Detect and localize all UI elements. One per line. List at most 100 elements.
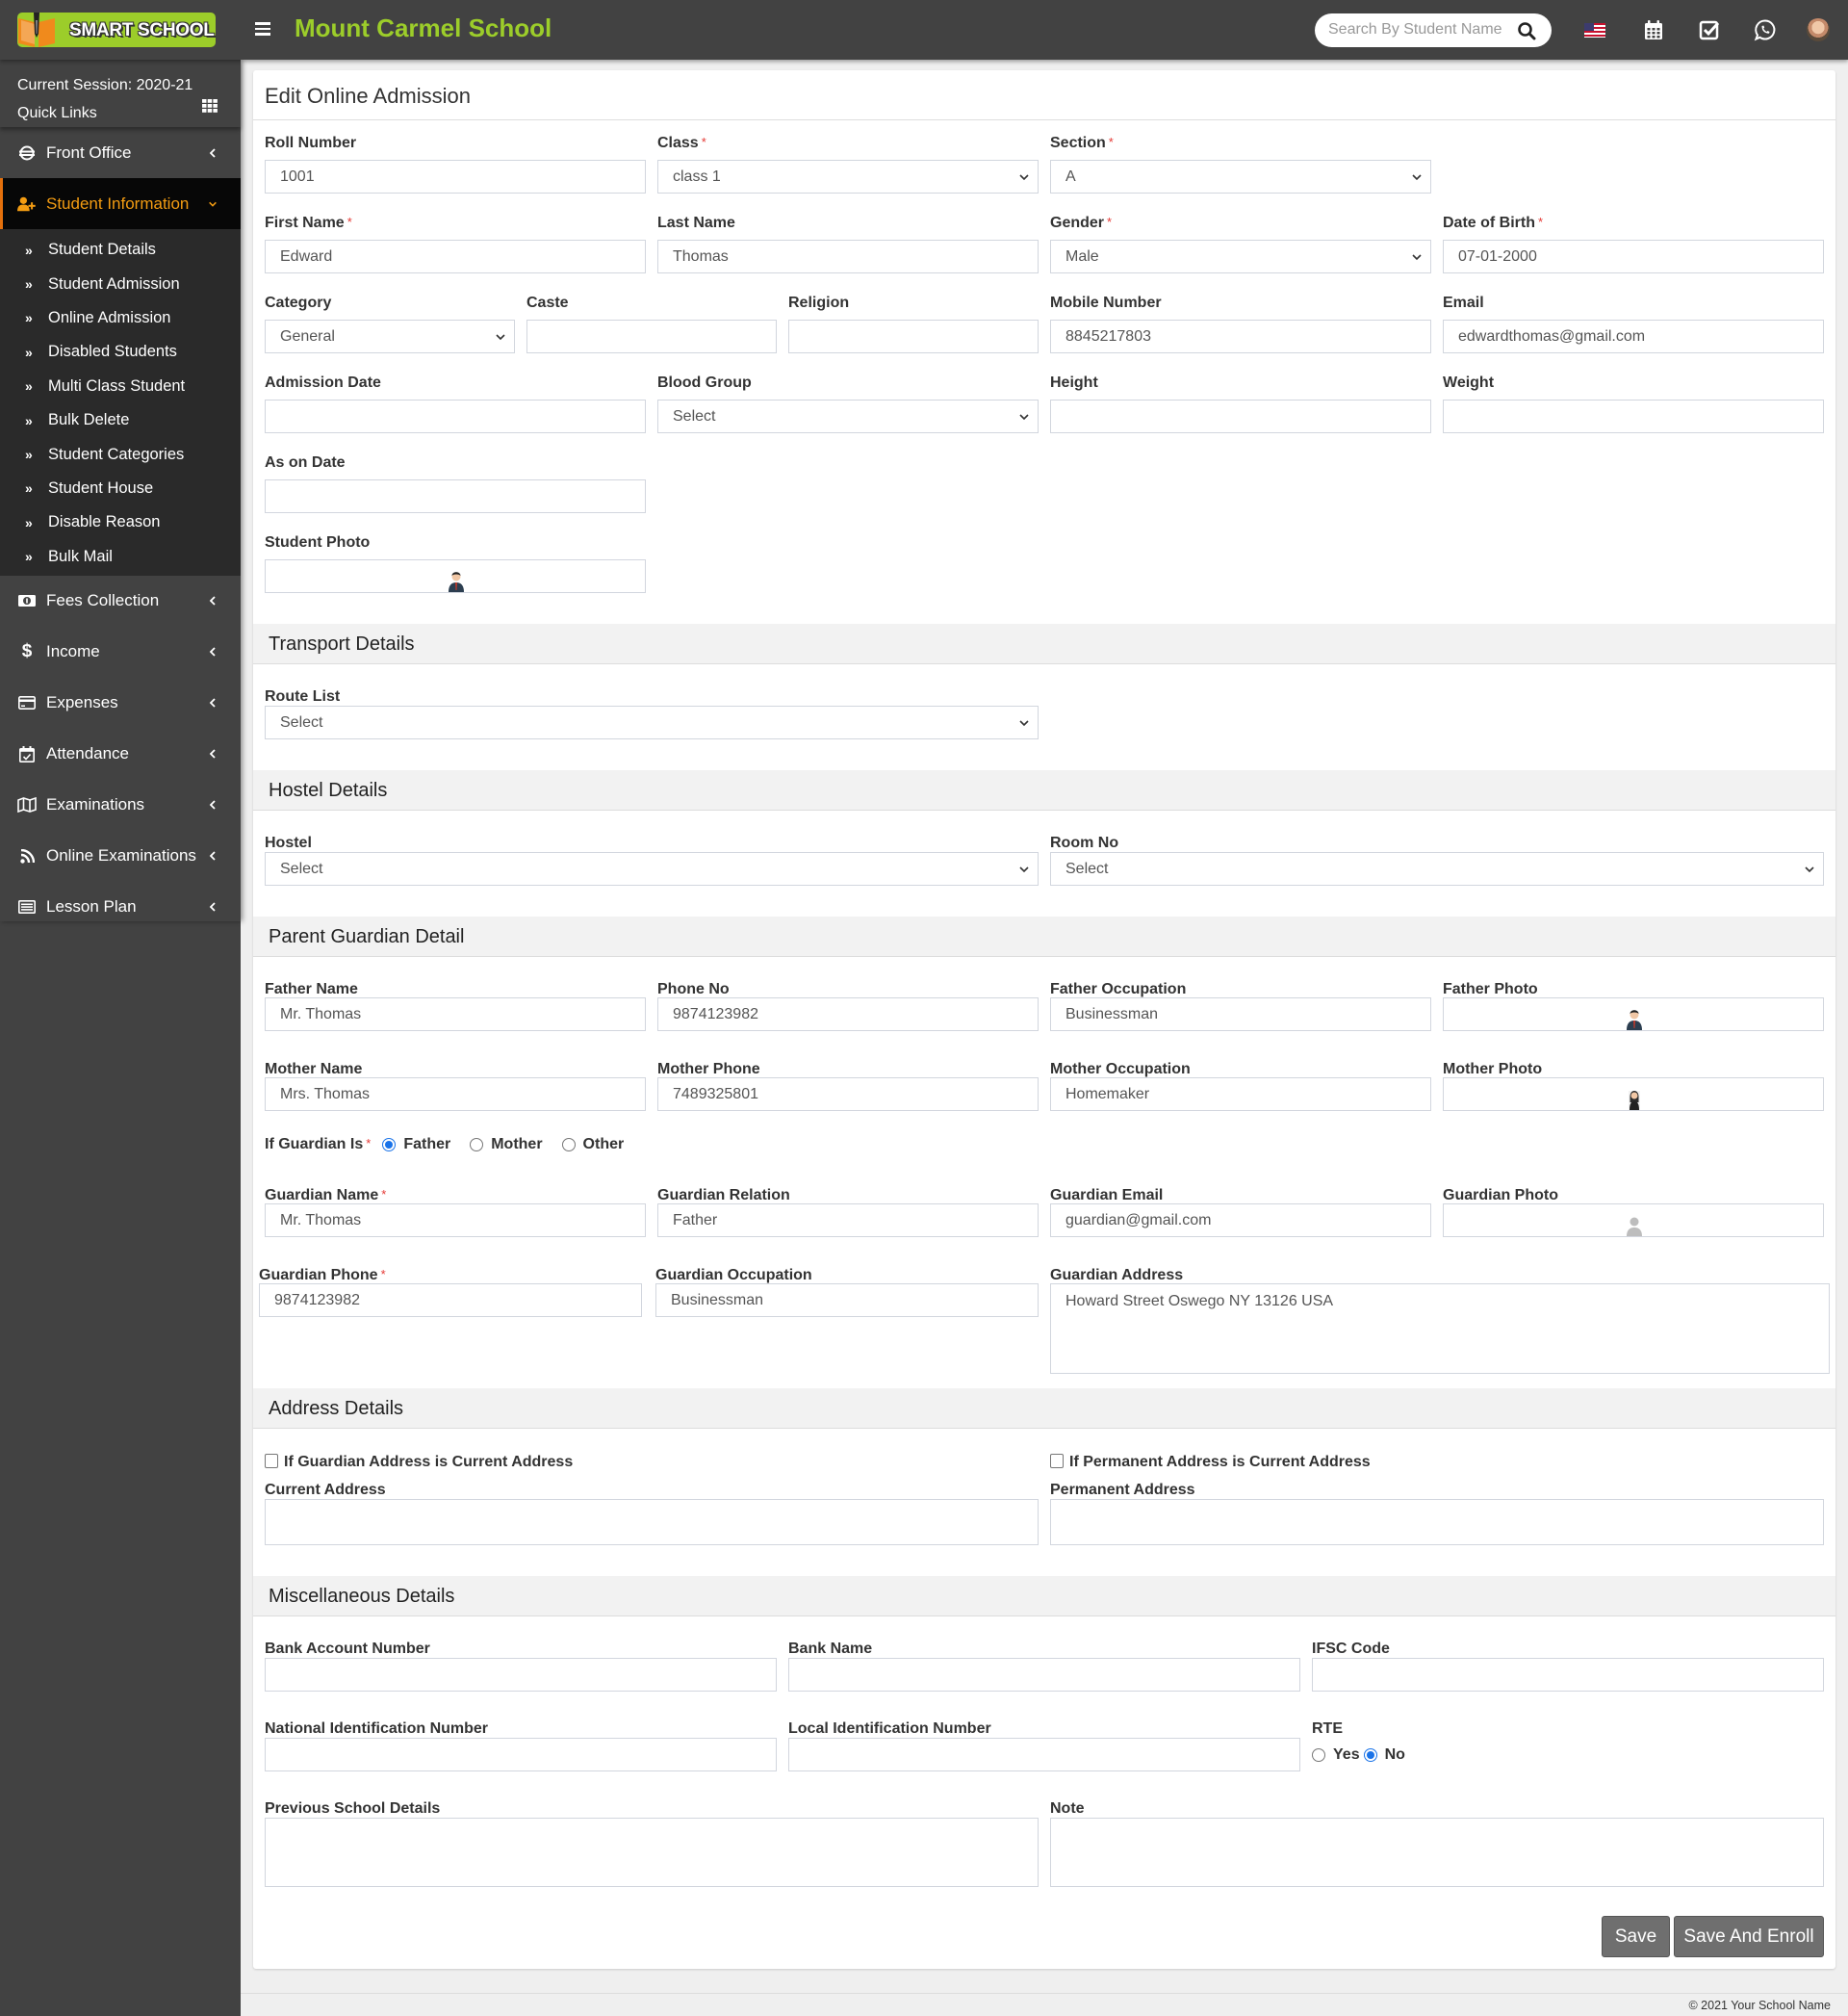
- guardian-relation-input[interactable]: [657, 1203, 1039, 1237]
- room-no-select[interactable]: Select: [1050, 852, 1824, 886]
- sidebar-subitem-student-categories[interactable]: » Student Categories: [0, 437, 241, 471]
- email-input[interactable]: [1443, 320, 1824, 353]
- last-name-input[interactable]: [657, 240, 1039, 273]
- guardian-email-input[interactable]: [1050, 1203, 1431, 1237]
- section-select[interactable]: A: [1050, 160, 1431, 194]
- admission-date-input[interactable]: [265, 400, 646, 433]
- father-photo-label: Father Photo: [1443, 981, 1538, 997]
- rte-yes-label[interactable]: Yes: [1333, 1746, 1360, 1764]
- guardian-address-current-label[interactable]: If Guardian Address is Current Address: [284, 1454, 573, 1471]
- guardian-mother-radio[interactable]: [470, 1138, 484, 1151]
- sidebar-subitem-student-admission[interactable]: » Student Admission: [0, 267, 241, 300]
- class-select[interactable]: class 1: [657, 160, 1039, 194]
- sidebar-subitem-bulk-mail[interactable]: » Bulk Mail: [0, 540, 241, 574]
- bank-account-input[interactable]: [265, 1658, 777, 1692]
- us-flag-icon[interactable]: [1583, 18, 1606, 41]
- sidebar-subitem-online-admission[interactable]: » Online Admission: [0, 301, 241, 335]
- calendar-icon[interactable]: [1642, 18, 1665, 41]
- father-name-input[interactable]: [265, 997, 646, 1031]
- guardian-address-current-checkbox[interactable]: [265, 1454, 278, 1468]
- father-occupation-input[interactable]: [1050, 997, 1431, 1031]
- rte-no-radio[interactable]: [1363, 1748, 1377, 1762]
- category-select[interactable]: General: [265, 320, 515, 353]
- mother-phone-input[interactable]: [657, 1077, 1039, 1111]
- father-photo-upload[interactable]: [1443, 997, 1824, 1031]
- guardian-father-option-label[interactable]: Father: [403, 1136, 450, 1153]
- permanent-address-current-checkbox[interactable]: [1050, 1454, 1064, 1468]
- religion-input[interactable]: [788, 320, 1039, 353]
- chevron-left-icon: [209, 902, 216, 913]
- save-and-enroll-button[interactable]: Save And Enroll: [1674, 1916, 1824, 1957]
- sidebar-item-expenses[interactable]: Expenses: [0, 678, 241, 729]
- user-avatar[interactable]: [1807, 18, 1830, 41]
- nin-input[interactable]: [265, 1738, 777, 1771]
- sidebar-item-online-examinations[interactable]: Online Examinations: [0, 831, 241, 882]
- blood-group-select[interactable]: Select: [657, 400, 1039, 433]
- sidebar-subitem-student-house[interactable]: » Student House: [0, 472, 241, 505]
- roll-number-input[interactable]: [265, 160, 646, 194]
- sidebar-subitem-bulk-delete[interactable]: » Bulk Delete: [0, 403, 241, 437]
- sidebar-item-lesson-plan[interactable]: Lesson Plan: [0, 882, 241, 933]
- father-phone-input[interactable]: [657, 997, 1039, 1031]
- weight-input[interactable]: [1443, 400, 1824, 433]
- chevron-left-icon: [209, 698, 216, 709]
- lin-input[interactable]: [788, 1738, 1300, 1771]
- note-textarea[interactable]: [1050, 1818, 1824, 1887]
- sidebar-subitem-student-details[interactable]: » Student Details: [0, 233, 241, 267]
- sidebar-item-student-information[interactable]: Student Information: [0, 178, 241, 229]
- guardian-other-radio[interactable]: [561, 1138, 576, 1151]
- mother-occupation-input[interactable]: [1050, 1077, 1431, 1111]
- dob-input[interactable]: [1443, 240, 1824, 273]
- sidebar-item-income[interactable]: $ Income: [0, 627, 241, 678]
- student-photo-upload[interactable]: [265, 559, 646, 593]
- caste-input[interactable]: [526, 320, 777, 353]
- smart-school-logo[interactable]: SMART SCHOOL: [17, 13, 216, 47]
- guardian-name-input[interactable]: [265, 1203, 646, 1237]
- rte-no-label[interactable]: No: [1385, 1746, 1405, 1764]
- mother-name-input[interactable]: [265, 1077, 646, 1111]
- permanent-address-current-label[interactable]: If Permanent Address is Current Address: [1069, 1454, 1371, 1471]
- money-icon: [17, 592, 37, 609]
- route-list-select[interactable]: Select: [265, 706, 1039, 739]
- save-button[interactable]: Save: [1602, 1916, 1670, 1957]
- height-input[interactable]: [1050, 400, 1431, 433]
- first-name-input[interactable]: [265, 240, 646, 273]
- hostel-select[interactable]: Select: [265, 852, 1039, 886]
- guardian-address-textarea[interactable]: [1050, 1283, 1830, 1374]
- guardian-phone-input[interactable]: [259, 1283, 642, 1317]
- mother-photo-upload[interactable]: [1443, 1077, 1824, 1111]
- chevron-left-icon: [209, 147, 216, 158]
- sidebar-item-fees-collection[interactable]: Fees Collection: [0, 576, 241, 627]
- previous-school-label: Previous School Details: [265, 1800, 441, 1817]
- guardian-mother-option-label[interactable]: Mother: [491, 1136, 542, 1153]
- guardian-photo-upload[interactable]: [1443, 1203, 1824, 1237]
- previous-school-textarea[interactable]: [265, 1818, 1039, 1887]
- guardian-other-option-label[interactable]: Other: [583, 1136, 625, 1153]
- sidebar-item-front-office[interactable]: Front Office: [0, 127, 241, 178]
- task-check-icon[interactable]: [1698, 18, 1721, 41]
- rte-yes-radio[interactable]: [1312, 1748, 1325, 1762]
- bank-name-input[interactable]: [788, 1658, 1300, 1692]
- gender-select[interactable]: Male: [1050, 240, 1431, 273]
- student-search-input[interactable]: [1328, 21, 1502, 39]
- permanent-address-textarea[interactable]: [1050, 1499, 1824, 1545]
- sidebar-toggle-button[interactable]: [255, 19, 272, 39]
- sidebar-subitem-disable-reason[interactable]: » Disable Reason: [0, 505, 241, 539]
- sidebar-item-attendance[interactable]: Attendance: [0, 729, 241, 780]
- as-on-date-input[interactable]: [265, 479, 646, 513]
- ifsc-input[interactable]: [1312, 1658, 1824, 1692]
- chevron-left-icon: [209, 647, 216, 658]
- sidebar-subitem-multi-class-student[interactable]: » Multi Class Student: [0, 370, 241, 403]
- sidebar-item-examinations[interactable]: Examinations: [0, 780, 241, 831]
- grid-icon[interactable]: [202, 99, 218, 113]
- guardian-father-radio[interactable]: [382, 1138, 397, 1151]
- guardian-is-label: If Guardian Is *: [265, 1136, 372, 1152]
- search-icon[interactable]: [1517, 21, 1536, 40]
- whatsapp-icon[interactable]: [1754, 18, 1777, 41]
- current-session[interactable]: Current Session: 2020-21: [17, 71, 241, 99]
- current-address-textarea[interactable]: [265, 1499, 1039, 1545]
- sidebar-subitem-disabled-students[interactable]: » Disabled Students: [0, 335, 241, 369]
- mobile-input[interactable]: [1050, 320, 1431, 353]
- guardian-occupation-input[interactable]: [655, 1283, 1039, 1317]
- parent-guardian-header: Parent Guardian Detail: [253, 917, 1835, 957]
